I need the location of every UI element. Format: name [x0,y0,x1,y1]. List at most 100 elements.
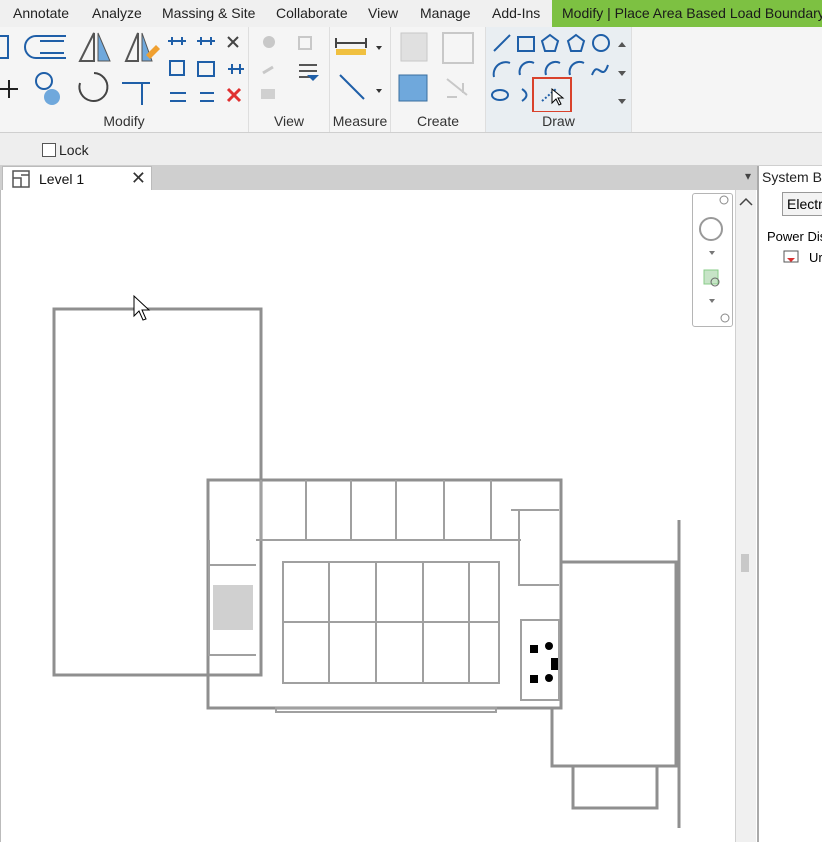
measure-tools-icons [335,38,382,100]
modify-group-label: Modify [103,113,145,129]
tab-analyze[interactable]: Analyze [88,0,146,27]
draw-tools-icons [491,33,626,112]
scroll-down-icon[interactable] [618,71,626,76]
modify-panel: Modify [0,27,249,132]
system-browser-panel: System Bro Electri Power Dist Ur [757,166,822,842]
unpin-icon[interactable] [228,64,244,74]
draw-partial-ellipse-icon[interactable] [521,88,528,102]
draw-ellipse-icon[interactable] [491,89,509,101]
draw-panel: Draw [486,27,632,132]
drawing-canvas[interactable] [0,190,736,842]
draw-center-ends-arc-icon[interactable] [518,60,535,76]
draw-start-end-arc-icon[interactable] [492,61,511,78]
stair-pattern [213,585,253,630]
array-icon[interactable] [169,60,185,76]
expand-gallery-icon[interactable] [618,99,626,104]
rotate-icon[interactable] [78,72,109,102]
draw-fillet-arc-icon[interactable] [568,60,585,76]
system-browser-title: System Bro [762,169,822,185]
checkbox-icon[interactable] [42,143,56,157]
chevron-down-icon[interactable]: ▾ [745,169,751,183]
create-similar-icon[interactable] [442,32,474,64]
tab-manage[interactable]: Manage [416,0,475,27]
tree-item-power-distribution[interactable]: Power Dist [767,229,822,244]
create-parts-icon[interactable] [446,78,468,98]
tree-item-unassigned[interactable]: Ur [809,250,822,265]
close-icon[interactable]: ✕ [131,168,146,189]
floor-plan-drawing[interactable] [1,190,736,842]
scroll-up-icon[interactable] [618,42,626,47]
measure-panel: Measure [330,27,391,132]
east-wing-wall [550,560,678,768]
navigation-bar [692,193,733,327]
view-tools-icons [261,36,319,99]
ribbon: Modify View Measure Create Draw [0,27,822,133]
draw-circumscribed-polygon-icon[interactable] [566,33,586,52]
chevron-down-icon[interactable] [709,251,715,255]
scale-icon[interactable] [197,61,215,77]
mirror-axis-icon-right [97,32,111,62]
demolish-icon[interactable] [261,89,275,99]
draw-rectangle-icon[interactable] [517,36,535,52]
mirror-draw-axis-icon[interactable] [124,32,139,62]
options-bar: Lock [0,133,822,166]
extend-multi-icon[interactable] [200,92,214,102]
system-type-dropdown[interactable]: Electri [782,192,822,216]
mirror-axis-icon[interactable] [78,32,95,62]
lightbulb-icon[interactable] [263,36,275,48]
ruler-icon [336,49,366,55]
split-gap-icon[interactable] [197,37,215,45]
scroll-up-arrow-icon[interactable] [739,197,753,206]
create-group-icon[interactable] [400,32,428,62]
brush-icon[interactable] [262,65,274,75]
draw-group-label: Draw [542,113,575,129]
tab-add-ins[interactable]: Add-Ins [488,0,544,27]
measure-element-icon[interactable] [339,74,365,100]
ribbon-tab-bar: Annotate Analyze Massing & Site Collabor… [0,0,822,28]
navigation-bar-icons [699,195,730,323]
view-panel: View [249,27,330,132]
chevron-down-icon-2[interactable] [709,299,715,303]
trim-extend-icon[interactable] [122,82,150,105]
view-group-label: View [273,113,305,129]
chevron-down-icon[interactable] [376,46,382,50]
trim-icon[interactable] [227,36,239,48]
steering-wheel-2d-icon[interactable] [699,217,723,241]
tab-massing-site[interactable]: Massing & Site [158,0,259,27]
chevron-down-icon-2[interactable] [376,89,382,93]
floor-plan-icon [12,170,30,188]
entry-vestibule-wall [571,766,659,810]
draw-line-icon[interactable] [493,34,511,52]
tab-annotate[interactable]: Annotate [9,0,73,27]
tab-collaborate[interactable]: Collaborate [272,0,352,27]
create-assembly-icon[interactable] [398,74,428,102]
draw-tangent-arc-icon[interactable] [544,60,561,76]
tab-view[interactable]: View [364,0,402,27]
vertical-scrollbar[interactable] [735,190,756,842]
tab-modify-place-boundary[interactable]: Modify | Place Area Based Load Boundary [552,0,822,27]
move-icon[interactable] [0,80,18,98]
draw-inscribed-polygon-icon[interactable] [540,33,560,52]
extend-icon[interactable] [170,92,186,102]
plumbing-fixtures [530,642,558,683]
copy-icon[interactable] [35,72,53,90]
lock-checkbox[interactable]: Lock [42,142,89,158]
draw-circle-icon[interactable] [592,34,610,52]
view-tab-bar: Level 1 ✕ ▾ [0,166,757,191]
close-icon[interactable] [719,195,729,205]
view-tab-label: Level 1 [39,171,85,187]
draw-spline-icon[interactable] [591,64,609,76]
lock-label: Lock [59,142,89,158]
options-icon[interactable] [720,313,730,323]
cube-icon[interactable] [298,36,312,50]
create-tools-icons [398,32,474,102]
split-icon[interactable] [168,37,186,45]
scrollbar-graphics [739,197,753,572]
view-tab-level-1[interactable]: Level 1 ✕ [2,166,152,191]
delete-icon[interactable] [226,87,242,103]
offset-icon[interactable] [24,35,66,59]
unassigned-folder-icon [783,250,799,263]
measure-distance-icon[interactable] [335,38,367,48]
scroll-thumb[interactable] [741,554,749,572]
align-icon[interactable] [0,35,9,59]
